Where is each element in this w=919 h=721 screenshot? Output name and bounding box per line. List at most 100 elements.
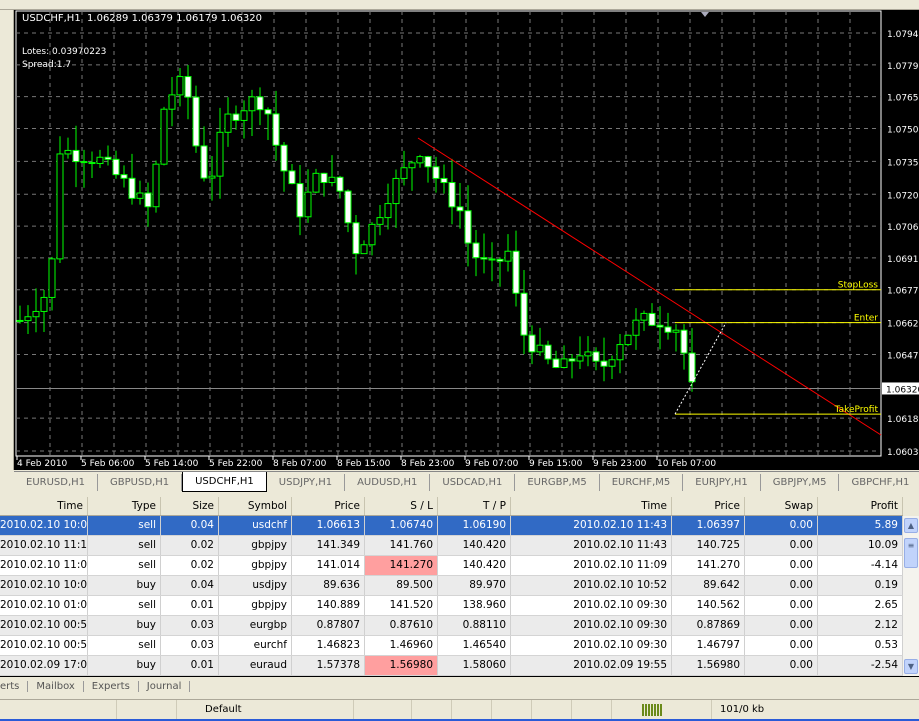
table-cell: 141.520: [365, 596, 438, 615]
price-label: 1.07795: [887, 62, 919, 72]
table-row[interactable]: 2010.02.10 10:04 sell 0.04 usdchf 1.06613 1.0…: [0, 516, 903, 536]
candle-body: [488, 258, 496, 261]
current-price-label: 1.06320: [886, 385, 919, 395]
table-cell: 0.00: [745, 636, 818, 655]
table-cell: 141.349: [292, 536, 365, 555]
tab-mailbox[interactable]: Mailbox: [28, 680, 84, 692]
table-cell: 140.562: [672, 596, 745, 615]
chart-tab[interactable]: EURGBP,M5: [515, 473, 600, 491]
shift-marker-icon: [701, 12, 709, 17]
column-header[interactable]: Time: [0, 497, 88, 515]
table-row[interactable]: 2010.02.10 11:10 sell 0.02 gbpjpy 141.349 141…: [0, 536, 903, 556]
tab-journal[interactable]: Journal: [139, 680, 191, 692]
candle-body: [152, 163, 160, 208]
table-cell: 0.00: [745, 616, 818, 635]
candle-body: [40, 296, 48, 312]
table-cell: 1.56980: [672, 656, 745, 675]
table-cell: -2.54: [818, 656, 903, 675]
table-cell: usdchf: [219, 516, 292, 535]
drawing-toolbar: [0, 10, 14, 470]
table-row[interactable]: 2010.02.10 00:59 sell 0.03 eurchf 1.46823 1.4…: [0, 636, 903, 656]
table-row[interactable]: 2010.02.10 10:06 buy 0.04 usdjpy 89.636 89.50…: [0, 576, 903, 596]
scroll-down-button[interactable]: ▼: [904, 659, 918, 674]
candle-body: [192, 96, 200, 147]
table-cell: 0.88110: [438, 616, 511, 635]
table-cell: 2010.02.09 19:55: [511, 656, 672, 675]
column-header[interactable]: Symbol: [219, 497, 292, 515]
table-cell: 1.58060: [438, 656, 511, 675]
candle-body: [608, 359, 616, 367]
table-cell: 0.87610: [365, 616, 438, 635]
column-header[interactable]: T / P: [438, 497, 511, 515]
table-cell: 0.00: [745, 596, 818, 615]
scroll-thumb[interactable]: ≡: [904, 538, 918, 568]
table-row[interactable]: 2010.02.10 01:01 sell 0.01 gbpjpy 140.889 141…: [0, 596, 903, 616]
table-cell: 2010.02.10 11:08: [0, 556, 88, 575]
table-row[interactable]: 2010.02.09 17:04 buy 0.01 euraud 1.57378 1.56…: [0, 656, 903, 676]
column-header[interactable]: Profit: [818, 497, 903, 515]
table-cell: 89.500: [365, 576, 438, 595]
table-cell: gbpjpy: [219, 536, 292, 555]
table-cell: 0.00: [745, 656, 818, 675]
chart-tab[interactable]: GBPJPY,M5: [761, 473, 840, 491]
column-header[interactable]: Price: [292, 497, 365, 515]
table-row[interactable]: 2010.02.10 00:57 buy 0.03 eurgbp 0.87807 0.87…: [0, 616, 903, 636]
candle-body: [368, 223, 376, 246]
column-header[interactable]: Time: [511, 497, 672, 515]
candle-body: [384, 203, 392, 219]
candle-body: [464, 210, 472, 244]
chart-tab[interactable]: USDJPY,H1: [267, 473, 346, 491]
table-cell: 1.46823: [292, 636, 365, 655]
connection-icon: [642, 703, 662, 716]
candle-body: [632, 319, 640, 336]
candle-body: [128, 177, 136, 199]
column-header[interactable]: Price: [672, 497, 745, 515]
time-label: 9 Feb 15:00: [529, 459, 583, 469]
spread-label: Spread:1.7: [22, 60, 72, 70]
column-header[interactable]: S / L: [365, 497, 438, 515]
candle-body: [248, 96, 256, 112]
table-row[interactable]: 2010.02.10 11:08 sell 0.02 gbpjpy 141.014 141…: [0, 556, 903, 576]
tab-alerts[interactable]: erts: [0, 680, 29, 692]
time-label: 5 Feb 14:00: [145, 459, 199, 469]
chart-tab[interactable]: AUDUSD,H1: [345, 473, 431, 491]
toolbar: [0, 0, 919, 10]
candle-body: [176, 76, 184, 96]
table-cell: 0.87869: [672, 616, 745, 635]
tab-experts[interactable]: Experts: [84, 680, 139, 692]
candle-body: [144, 192, 152, 208]
candle-body: [96, 156, 104, 165]
table-cell: 0.01: [161, 596, 219, 615]
candle-body: [240, 110, 248, 121]
chart-tab[interactable]: EURCHF,M5: [600, 473, 684, 491]
column-header[interactable]: Type: [88, 497, 161, 515]
chart-tab[interactable]: EURUSD,H1: [14, 473, 99, 491]
time-label: 8 Feb 15:00: [337, 459, 391, 469]
candle-body: [32, 310, 40, 318]
chart-tab[interactable]: USDCAD,H1: [430, 473, 516, 491]
table-scrollbar[interactable]: ▲ ≡ ▼: [903, 516, 919, 676]
candle-body: [208, 175, 216, 179]
chart-tab[interactable]: EURJPY,H1: [683, 473, 761, 491]
candle-body: [168, 94, 176, 110]
candle-body: [672, 329, 680, 333]
candle-body: [304, 191, 312, 218]
candle-body: [120, 174, 128, 179]
table-cell: 0.00: [745, 536, 818, 555]
candle-body: [584, 351, 592, 357]
column-header[interactable]: Size: [161, 497, 219, 515]
candle-body: [456, 206, 464, 212]
price-chart[interactable]: 1.07940 1.07795 1.07650 1.07505 1.07355 1.072…: [14, 10, 919, 470]
candle-body: [392, 177, 400, 205]
candle-body: [24, 316, 32, 322]
chart-tab[interactable]: USDCHF,H1: [182, 472, 267, 492]
candle-body: [568, 358, 576, 362]
table-cell: 141.270: [672, 556, 745, 575]
chart-tab[interactable]: GBPUSD,H1: [98, 473, 183, 491]
column-header[interactable]: Swap: [745, 497, 818, 515]
scroll-up-button[interactable]: ▲: [904, 518, 918, 533]
chart-tab[interactable]: GBPCHF,H1: [839, 474, 919, 491]
candle-body: [352, 222, 360, 255]
table-cell: 2.65: [818, 596, 903, 615]
candle-body: [376, 217, 384, 225]
